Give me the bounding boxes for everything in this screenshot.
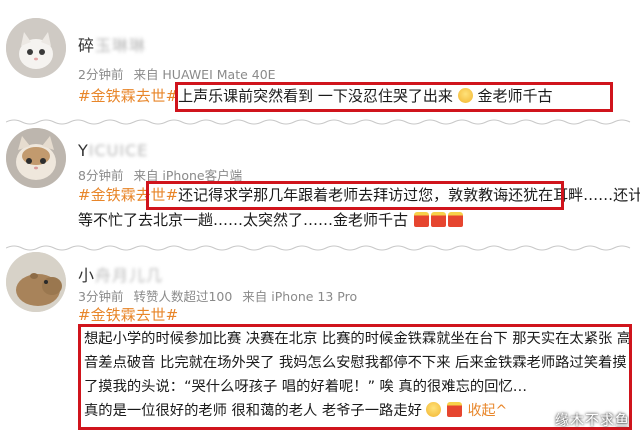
username[interactable]: YICUICE [78,141,148,160]
username-blurred: 舟月儿几 [95,266,164,285]
post-meta: 3分钟前 转赞人数超过100 来自 iPhone 13 Pro [78,286,363,305]
candle-emoji-icon [413,212,429,227]
username-blurred: ICUICE [88,141,149,160]
candle-emoji-icon [447,212,463,227]
avatar[interactable] [6,18,66,78]
post-source: 来自 HUAWEI Mate 40E [133,67,276,82]
highlight-box [175,82,613,112]
post-time: 3分钟前 [78,289,124,304]
username-blurred: 玉琳琳 [95,36,147,55]
username[interactable]: 碎玉琳琳 [78,32,146,56]
divider [6,119,631,125]
post-source: 来自 iPhone 13 Pro [242,289,358,304]
post-meta: 2分钟前 来自 HUAWEI Mate 40E [78,64,282,83]
watermark: 缘木不求鱼 [555,413,630,429]
hashtag-link[interactable]: #金铁霖去世# [78,306,178,324]
cat-avatar-icon [6,18,66,78]
hashtag-link[interactable]: #金铁霖去世# [78,87,178,105]
highlight-box [146,181,564,210]
username[interactable]: 小舟月儿几 [78,262,163,286]
text-tail: ……还计划 [583,186,640,204]
capybara-avatar-icon [6,252,66,312]
post-time: 8分钟前 [78,168,124,183]
divider [6,245,631,251]
repost-count: 转赞人数超过100 [133,289,233,304]
post-time: 2分钟前 [78,67,124,82]
candle-emoji-icon [430,212,446,227]
avatar[interactable] [6,252,66,312]
post-content-line-2: 等不忙了去北京一趟……太突然了……金老师千古 [78,209,464,232]
highlight-box [78,324,632,430]
avatar[interactable] [6,128,66,188]
cat-avatar-icon [6,128,66,188]
